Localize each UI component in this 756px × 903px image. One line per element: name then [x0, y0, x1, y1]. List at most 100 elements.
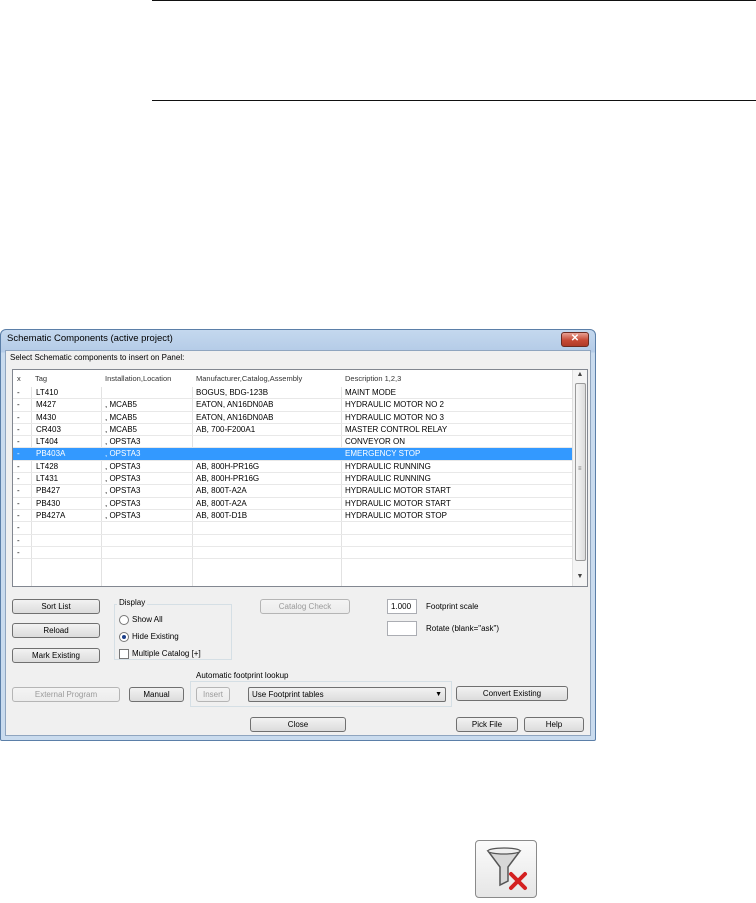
checkbox-icon [119, 649, 129, 659]
row-x-cell: - [17, 486, 20, 496]
catalog-check-button[interactable]: Catalog Check [260, 599, 350, 614]
row-description-cell: HYDRAULIC RUNNING [345, 474, 431, 484]
scroll-up-icon[interactable]: ▲ [573, 371, 587, 383]
help-button[interactable]: Help [524, 717, 584, 732]
table-row[interactable]: - LT428 , OPSTA3 AB, 800H-PR16G HYDRAULIC RU… [13, 461, 573, 474]
table-row[interactable]: - [13, 547, 573, 560]
bottom-rule [152, 100, 756, 101]
row-location-cell: , OPSTA3 [105, 474, 141, 484]
external-program-button[interactable]: External Program [12, 687, 120, 702]
row-location-cell: , OPSTA3 [105, 498, 141, 508]
row-x-cell: - [17, 412, 20, 422]
multiple-catalog-checkbox[interactable]: Multiple Catalog [+] [119, 649, 201, 659]
row-description-cell: HYDRAULIC MOTOR NO 3 [345, 412, 444, 422]
row-manufacturer-cell: AB, 800H-PR16G [196, 461, 260, 471]
row-x-cell: - [17, 388, 20, 397]
header-manufacturer-catalog[interactable]: Manufacturer,Catalog,Assembly [196, 374, 302, 383]
row-description-cell: CONVEYOR ON [345, 437, 406, 447]
manual-button[interactable]: Manual [129, 687, 184, 702]
hide-existing-radio[interactable]: Hide Existing [119, 632, 179, 642]
row-description-cell: HYDRAULIC MOTOR STOP [345, 510, 447, 520]
footprint-scale-input[interactable]: 1.000 [387, 599, 417, 614]
radio-icon [119, 615, 129, 625]
header-description[interactable]: Description 1,2,3 [345, 374, 401, 383]
scroll-down-icon[interactable]: ▼ [573, 573, 587, 585]
table-row[interactable]: - [13, 522, 573, 535]
close-window-button[interactable]: ✕ [561, 332, 589, 347]
row-location-cell: , OPSTA3 [105, 437, 141, 447]
row-tag-cell: LT428 [36, 461, 59, 471]
close-button[interactable]: Close [250, 717, 346, 732]
row-location-cell: , OPSTA3 [105, 449, 141, 459]
row-manufacturer-cell: AB, 800H-PR16G [196, 474, 260, 484]
header-tag[interactable]: Tag [35, 374, 47, 383]
table-row[interactable]: - PB427 , OPSTA3 AB, 800T-A2A HYDRAULIC MOTO… [13, 485, 573, 498]
table-row[interactable]: - LT410 BOGUS, BDG-123B MAINT MODE [13, 387, 573, 400]
header-installation-location[interactable]: Installation,Location [105, 374, 171, 383]
mark-existing-button[interactable]: Mark Existing [12, 648, 100, 663]
sort-list-button[interactable]: Sort List [12, 599, 100, 614]
row-description-cell: MAINT MODE [345, 388, 396, 397]
footprint-lookup-dropdown[interactable]: Use Footprint tables ▼ [248, 687, 446, 702]
schematic-components-dialog: Schematic Components (active project) ✕ … [0, 329, 596, 741]
row-manufacturer-cell: EATON, AN16DN0AB [196, 400, 274, 410]
row-x-cell: - [17, 498, 20, 508]
row-tag-cell: PB427 [36, 486, 61, 496]
components-list[interactable]: x Tag Installation,Location Manufacturer… [12, 369, 588, 587]
row-description-cell: MASTER CONTROL RELAY [345, 424, 448, 434]
footprint-scale-label: Footprint scale [426, 602, 479, 611]
table-row[interactable]: - M430 , MCAB5 EATON, AN16DN0AB HYDRAULIC MO… [13, 412, 573, 424]
title-bar[interactable]: Schematic Components (active project) ✕ [1, 330, 595, 350]
show-all-radio[interactable]: Show All [119, 615, 163, 625]
row-description-cell: EMERGENCY STOP [345, 449, 421, 459]
convert-existing-button[interactable]: Convert Existing [456, 686, 568, 701]
row-description-cell: HYDRAULIC MOTOR START [345, 486, 451, 496]
radio-selected-icon [119, 632, 129, 642]
pick-file-button[interactable]: Pick File [456, 717, 518, 732]
list-rows: - LT410 BOGUS, BDG-123B MAINT MODE - M427 , MC… [13, 387, 573, 560]
dialog-body: Select Schematic components to insert on… [5, 350, 591, 736]
dropdown-value: Use Footprint tables [252, 690, 324, 699]
vertical-scrollbar[interactable]: ▲ ≡ ▼ [572, 370, 587, 586]
header-x[interactable]: x [17, 374, 21, 383]
table-row[interactable]: - PB403A , OPSTA3 EMERGENCY STOP [13, 448, 573, 461]
row-x-cell: - [17, 400, 20, 410]
funnel-with-red-x-icon[interactable] [475, 840, 537, 898]
row-description-cell: HYDRAULIC MOTOR NO 2 [345, 400, 444, 410]
row-tag-cell: M430 [36, 412, 57, 422]
rotate-input[interactable] [387, 621, 417, 636]
row-manufacturer-cell: AB, 800T-D1B [196, 510, 248, 520]
row-location-cell: , MCAB5 [105, 424, 138, 434]
row-location-cell: , OPSTA3 [105, 461, 141, 471]
row-tag-cell: LT410 [36, 388, 59, 397]
row-location-cell: , OPSTA3 [105, 486, 141, 496]
display-group-label: Display [117, 598, 148, 607]
table-row[interactable]: - PB430 , OPSTA3 AB, 800T-A2A HYDRAULIC MOTO… [13, 498, 573, 510]
table-row[interactable]: - LT431 , OPSTA3 AB, 800H-PR16G HYDRAULIC RU… [13, 473, 573, 486]
row-x-cell: - [17, 510, 20, 520]
row-tag-cell: PB430 [36, 498, 61, 508]
table-row[interactable]: - [13, 535, 573, 547]
grip-icon: ≡ [578, 466, 582, 472]
table-row[interactable]: - LT404 , OPSTA3 CONVEYOR ON [13, 436, 573, 449]
row-x-cell: - [17, 547, 20, 557]
reload-button[interactable]: Reload [12, 623, 100, 638]
row-x-cell: - [17, 535, 20, 545]
insert-button[interactable]: Insert [196, 687, 230, 702]
row-tag-cell: PB427A [36, 510, 66, 520]
scroll-thumb[interactable]: ≡ [575, 383, 586, 561]
row-tag-cell: CR403 [36, 424, 61, 434]
funnel-icon-graphic [486, 847, 527, 890]
row-x-cell: - [17, 437, 20, 447]
row-x-cell: - [17, 449, 20, 459]
table-row[interactable]: - M427 , MCAB5 EATON, AN16DN0AB HYDRAULIC MO… [13, 399, 573, 412]
table-row[interactable]: - PB427A , OPSTA3 AB, 800T-D1B HYDRAULIC MOT… [13, 510, 573, 523]
hide-existing-label: Hide Existing [132, 632, 179, 642]
row-x-cell: - [17, 474, 20, 484]
row-manufacturer-cell: BOGUS, BDG-123B [196, 388, 269, 397]
row-tag-cell: PB403A [36, 449, 66, 459]
row-x-cell: - [17, 424, 20, 434]
table-row[interactable]: - CR403 , MCAB5 AB, 700-F200A1 MASTER CONTRO… [13, 424, 573, 437]
row-manufacturer-cell: AB, 700-F200A1 [196, 424, 256, 434]
row-tag-cell: M427 [36, 400, 57, 410]
